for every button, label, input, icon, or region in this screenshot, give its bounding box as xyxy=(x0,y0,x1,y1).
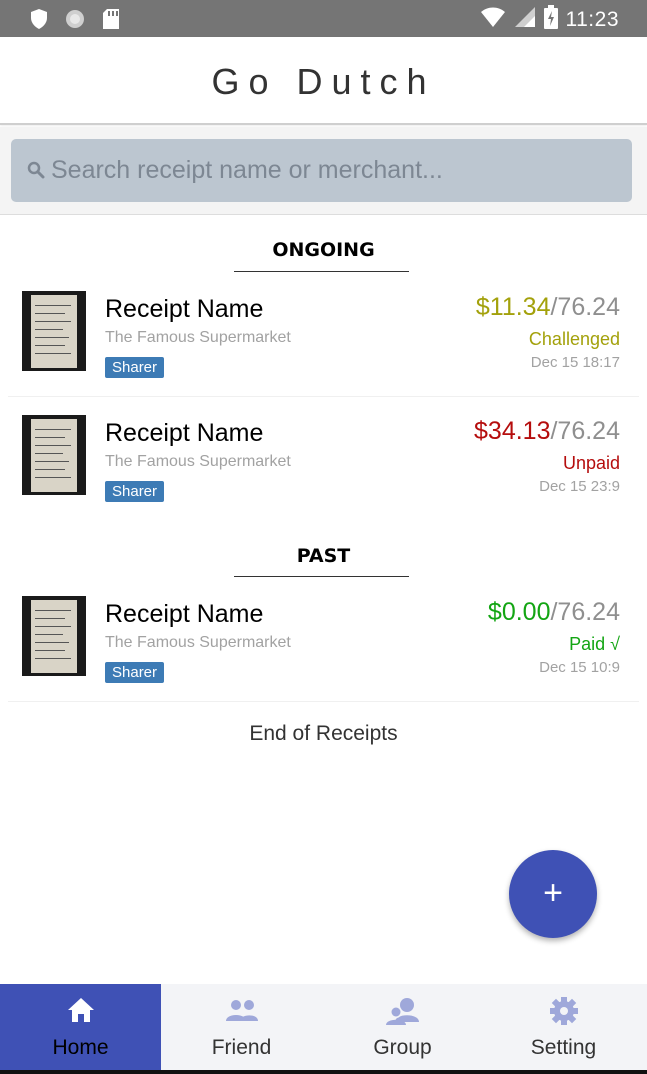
receipt-thumbnail xyxy=(22,596,86,676)
system-bottom-edge xyxy=(0,1070,647,1074)
nav-label: Group xyxy=(373,1036,432,1059)
signal-icon xyxy=(514,6,536,33)
receipt-date: Dec 15 18:17 xyxy=(530,354,620,371)
receipt-date: Dec 15 10:9 xyxy=(539,659,620,676)
row-divider xyxy=(8,396,639,397)
search-bar xyxy=(0,127,647,215)
people-icon xyxy=(224,996,260,1029)
receipt-name: Receipt Name xyxy=(105,295,264,323)
receipt-row[interactable]: Receipt Name The Famous Supermarket Shar… xyxy=(0,403,647,521)
group-icon xyxy=(385,996,421,1031)
search-icon xyxy=(27,161,45,184)
shield-icon xyxy=(30,8,48,35)
nav-group[interactable]: Group xyxy=(322,984,483,1070)
end-of-list-text: End of Receipts xyxy=(249,722,398,745)
receipt-merchant: The Famous Supermarket xyxy=(105,453,291,470)
role-badge: Sharer xyxy=(105,481,165,502)
total-amount: /76.24 xyxy=(550,417,620,445)
status-right-icons: 11:23 xyxy=(480,5,620,34)
paid-amount: $34.13 xyxy=(474,417,551,445)
receipt-date: Dec 15 23:9 xyxy=(539,478,620,495)
battery-icon xyxy=(543,5,558,34)
nav-home[interactable]: Home xyxy=(0,984,161,1070)
nav-label: Home xyxy=(52,1036,109,1059)
home-icon xyxy=(66,996,96,1029)
section-divider xyxy=(234,271,409,272)
add-receipt-button[interactable]: + xyxy=(509,850,597,938)
paid-amount: $11.34 xyxy=(475,293,551,321)
status-bar: 11:23 xyxy=(0,0,647,37)
status-text: Challenged xyxy=(528,329,620,349)
receipt-amount: $0.00/76.24 xyxy=(488,598,620,627)
status-time: 11:23 xyxy=(565,7,619,31)
total-amount: /76.24 xyxy=(550,598,620,626)
row-divider xyxy=(8,701,639,702)
status-left-icons xyxy=(30,8,120,35)
gear-icon xyxy=(549,996,579,1031)
receipt-thumbnail xyxy=(22,291,86,371)
app-title: Go Dutch xyxy=(211,61,436,102)
nav-friend[interactable]: Friend xyxy=(161,984,322,1070)
receipt-row[interactable]: Receipt Name The Famous Supermarket Shar… xyxy=(0,584,647,702)
status-text: Unpaid xyxy=(562,453,620,473)
search-box[interactable] xyxy=(11,139,632,202)
status-text: Paid √ xyxy=(569,634,620,654)
nav-label: Setting xyxy=(530,1036,597,1059)
role-badge: Sharer xyxy=(105,662,165,683)
receipt-merchant: The Famous Supermarket xyxy=(105,634,291,651)
section-header-past: PAST xyxy=(0,545,647,567)
section-divider xyxy=(234,576,409,577)
wifi-icon xyxy=(480,6,506,33)
circle-icon xyxy=(64,8,86,35)
section-header-ongoing: ONGOING xyxy=(0,239,647,261)
paid-amount: $0.00 xyxy=(487,598,551,626)
receipt-name: Receipt Name xyxy=(105,600,264,628)
receipt-name: Receipt Name xyxy=(105,419,264,447)
receipt-thumbnail xyxy=(22,415,86,495)
receipt-merchant: The Famous Supermarket xyxy=(105,329,291,346)
section-title: ONGOING xyxy=(272,239,375,261)
bottom-nav: Home Friend Group Setting xyxy=(0,984,647,1070)
nav-setting[interactable]: Setting xyxy=(483,984,644,1070)
role-badge: Sharer xyxy=(105,357,165,378)
receipt-row[interactable]: Receipt Name The Famous Supermarket Shar… xyxy=(0,279,647,397)
search-input[interactable] xyxy=(51,139,611,202)
total-amount: /76.24 xyxy=(550,293,620,321)
nav-label: Friend xyxy=(211,1036,272,1059)
app-header: Go Dutch xyxy=(0,37,647,125)
receipt-amount: $34.13/76.24 xyxy=(474,417,620,446)
sd-card-icon xyxy=(102,8,120,35)
receipt-amount: $11.34/76.24 xyxy=(476,293,620,322)
section-title: PAST xyxy=(296,545,351,567)
